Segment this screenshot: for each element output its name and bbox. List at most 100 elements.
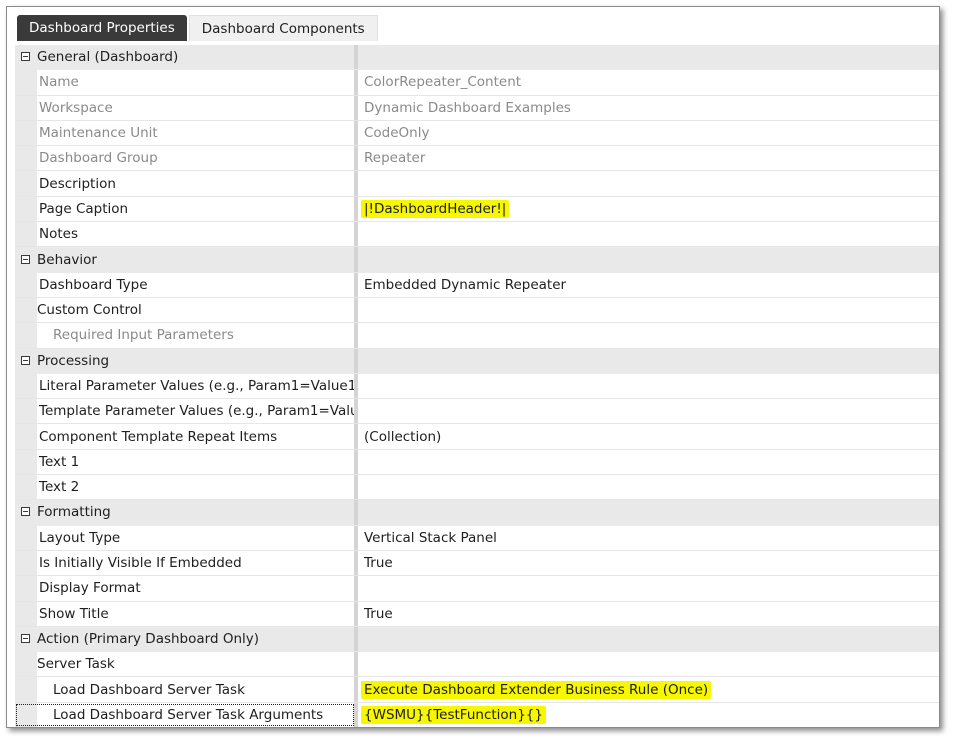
property-name-cell[interactable]: Layout Type bbox=[15, 526, 355, 550]
column-splitter[interactable] bbox=[354, 525, 358, 550]
collapse-icon[interactable] bbox=[21, 507, 30, 517]
property-row[interactable]: Name ColorRepeater_Content bbox=[15, 70, 939, 96]
property-row[interactable]: Notes bbox=[15, 222, 939, 248]
collapse-icon[interactable] bbox=[21, 254, 30, 264]
column-splitter[interactable] bbox=[354, 373, 358, 399]
property-name-cell[interactable]: Text 1 bbox=[15, 450, 355, 474]
property-value-cell[interactable]: Dynamic Dashboard Examples bbox=[360, 96, 939, 120]
column-splitter[interactable] bbox=[354, 171, 358, 196]
column-splitter[interactable] bbox=[354, 146, 358, 171]
property-value-cell[interactable] bbox=[360, 323, 939, 347]
property-name-cell[interactable]: Dashboard Group bbox=[15, 146, 355, 170]
property-name-cell[interactable]: Display Format bbox=[15, 576, 355, 600]
column-splitter[interactable] bbox=[354, 652, 358, 677]
property-value-cell[interactable]: Execute Dashboard Extender Business Rule… bbox=[360, 677, 939, 701]
property-value-cell[interactable]: True bbox=[360, 551, 939, 575]
column-splitter[interactable] bbox=[354, 95, 358, 120]
column-splitter[interactable] bbox=[354, 550, 358, 576]
property-value-cell[interactable] bbox=[360, 399, 939, 423]
tab-dashboard-properties[interactable]: Dashboard Properties bbox=[17, 15, 187, 41]
column-splitter[interactable] bbox=[354, 601, 358, 626]
property-name-cell[interactable]: Load Dashboard Server Task bbox=[15, 677, 355, 701]
property-name-cell[interactable]: Description bbox=[15, 171, 355, 195]
property-row[interactable]: Description bbox=[15, 171, 939, 197]
collapse-icon[interactable] bbox=[21, 633, 30, 643]
property-value-cell[interactable] bbox=[360, 171, 939, 195]
property-name-cell[interactable]: Template Parameter Values (e.g., Param1=… bbox=[15, 399, 355, 423]
property-name-cell[interactable]: Maintenance Unit bbox=[15, 121, 355, 145]
property-name-cell[interactable]: Workspace bbox=[15, 96, 355, 120]
property-row[interactable]: Display Format bbox=[15, 576, 939, 602]
column-splitter[interactable] bbox=[354, 702, 358, 727]
property-value-cell[interactable] bbox=[360, 652, 939, 676]
property-row[interactable]: Text 1 bbox=[15, 449, 939, 476]
column-splitter[interactable] bbox=[354, 222, 358, 247]
column-splitter[interactable] bbox=[354, 120, 358, 146]
property-value-cell[interactable] bbox=[360, 374, 939, 398]
property-name-cell[interactable]: Component Template Repeat Items bbox=[15, 424, 355, 448]
category-row[interactable]: Processing bbox=[15, 348, 939, 374]
property-row[interactable]: Dashboard Type Embedded Dynamic Repeater bbox=[15, 272, 939, 298]
property-name-cell[interactable]: Literal Parameter Values (e.g., Param1=V… bbox=[15, 374, 355, 398]
collapse-icon[interactable] bbox=[21, 355, 30, 365]
column-splitter[interactable] bbox=[354, 475, 358, 500]
column-splitter[interactable] bbox=[354, 500, 358, 525]
property-name-cell[interactable]: Show Title bbox=[15, 602, 355, 626]
property-name-cell[interactable]: Required Input Parameters bbox=[15, 323, 355, 347]
property-value-cell[interactable]: ColorRepeater_Content bbox=[360, 70, 939, 94]
column-splitter[interactable] bbox=[354, 399, 358, 424]
property-row[interactable]: Literal Parameter Values (e.g., Param1=V… bbox=[15, 373, 939, 400]
column-splitter[interactable] bbox=[354, 196, 358, 222]
property-value-cell[interactable] bbox=[360, 298, 939, 322]
property-value-cell[interactable]: True bbox=[360, 602, 939, 626]
property-value-cell[interactable]: {WSMU}{TestFunction}{} bbox=[360, 703, 939, 727]
property-row[interactable]: Workspace Dynamic Dashboard Examples bbox=[15, 95, 939, 121]
property-name-cell[interactable]: Server Task bbox=[15, 652, 355, 676]
column-splitter[interactable] bbox=[354, 576, 358, 601]
property-name-cell[interactable]: Load Dashboard Server Task Arguments bbox=[15, 703, 355, 727]
property-name-cell[interactable]: Name bbox=[15, 70, 355, 94]
property-name-cell[interactable]: Dashboard Type bbox=[15, 273, 355, 297]
property-name-cell[interactable]: Custom Control bbox=[15, 298, 355, 322]
column-splitter[interactable] bbox=[354, 45, 358, 70]
property-value-cell[interactable] bbox=[360, 450, 939, 474]
column-splitter[interactable] bbox=[354, 424, 358, 449]
property-row[interactable]: Page Caption |!DashboardHeader!| bbox=[15, 196, 939, 223]
property-row[interactable]: Server Task bbox=[15, 652, 939, 678]
property-row[interactable]: Custom Control bbox=[15, 297, 939, 324]
column-splitter[interactable] bbox=[354, 247, 358, 272]
property-value-cell[interactable]: |!DashboardHeader!| bbox=[360, 197, 939, 221]
category-row[interactable]: Formatting bbox=[15, 500, 939, 526]
property-row[interactable]: Is Initially Visible If Embedded True bbox=[15, 550, 939, 577]
column-splitter[interactable] bbox=[354, 272, 358, 297]
property-row[interactable]: Load Dashboard Server Task Arguments {WSM… bbox=[15, 702, 939, 727]
property-value-cell[interactable]: Vertical Stack Panel bbox=[360, 526, 939, 550]
column-splitter[interactable] bbox=[354, 449, 358, 475]
category-row[interactable]: Behavior bbox=[15, 247, 939, 273]
property-value-cell[interactable]: Embedded Dynamic Repeater bbox=[360, 273, 939, 297]
property-value-cell[interactable]: CodeOnly bbox=[360, 121, 939, 145]
category-row[interactable]: General (Dashboard) bbox=[15, 45, 939, 71]
collapse-icon[interactable] bbox=[21, 52, 30, 62]
property-name-cell[interactable]: Notes bbox=[15, 222, 355, 246]
property-row[interactable]: Maintenance Unit CodeOnly bbox=[15, 120, 939, 147]
property-row[interactable]: Layout Type Vertical Stack Panel bbox=[15, 525, 939, 551]
property-name-cell[interactable]: Is Initially Visible If Embedded bbox=[15, 551, 355, 575]
property-value-cell[interactable]: Repeater bbox=[360, 146, 939, 170]
column-splitter[interactable] bbox=[354, 297, 358, 323]
tab-dashboard-components[interactable]: Dashboard Components bbox=[188, 15, 378, 41]
property-name-cell[interactable]: Page Caption bbox=[15, 197, 355, 221]
column-splitter[interactable] bbox=[354, 70, 358, 95]
column-splitter[interactable] bbox=[354, 348, 358, 373]
property-name-cell[interactable]: Text 2 bbox=[15, 475, 355, 499]
property-value-cell[interactable] bbox=[360, 475, 939, 499]
property-row[interactable]: Template Parameter Values (e.g., Param1=… bbox=[15, 399, 939, 425]
property-value-cell[interactable] bbox=[360, 576, 939, 600]
property-row[interactable]: Text 2 bbox=[15, 475, 939, 501]
property-row[interactable]: Required Input Parameters bbox=[15, 323, 939, 349]
column-splitter[interactable] bbox=[354, 677, 358, 702]
property-row[interactable]: Show Title True bbox=[15, 601, 939, 627]
property-row[interactable]: Dashboard Group Repeater bbox=[15, 146, 939, 172]
property-row[interactable]: Load Dashboard Server Task Execute Dashbo… bbox=[15, 677, 939, 703]
column-splitter[interactable] bbox=[354, 323, 358, 348]
